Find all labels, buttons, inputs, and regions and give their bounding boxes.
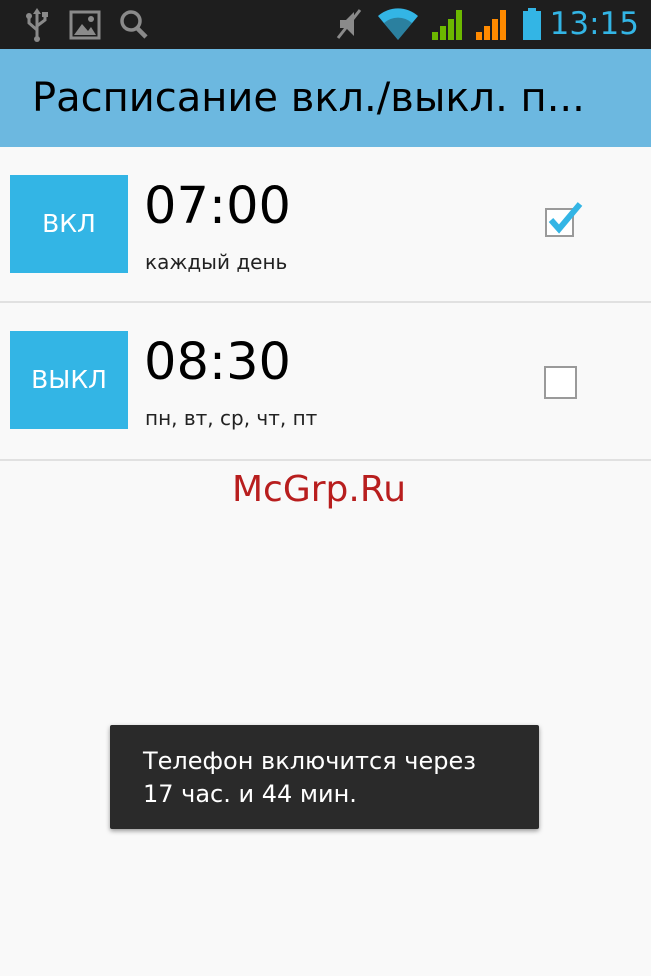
search-icon: [118, 6, 150, 42]
toast-line-1: Телефон включится через: [143, 747, 476, 775]
page-title: Расписание вкл./выкл. п...: [32, 75, 585, 121]
schedule-days: каждый день: [145, 250, 288, 274]
signal-orange-icon: [474, 6, 510, 42]
wifi-icon: [376, 6, 420, 42]
battery-icon: [520, 6, 544, 42]
on-badge: ВКЛ: [10, 175, 128, 273]
schedule-item-off[interactable]: ВЫКЛ 08:30 пн, вт, ср, чт, пт: [0, 303, 651, 461]
usb-icon: [22, 6, 52, 42]
mute-icon: [334, 6, 364, 42]
schedule-days: пн, вт, ср, чт, пт: [145, 406, 318, 430]
image-icon: [69, 6, 101, 42]
toast-line-2: 17 час. и 44 мин.: [143, 780, 357, 808]
toast-message: Телефон включится через 17 час. и 44 мин…: [110, 725, 539, 829]
schedule-item-on[interactable]: ВКЛ 07:00 каждый день: [0, 147, 651, 303]
schedule-time: 07:00: [144, 177, 291, 236]
status-bar: 13:15: [0, 0, 651, 49]
status-clock: 13:15: [549, 6, 639, 42]
action-bar: Расписание вкл./выкл. п...: [0, 49, 651, 147]
checkmark-icon: [548, 202, 583, 234]
signal-green-icon: [430, 6, 466, 42]
enable-checkbox-on[interactable]: [545, 202, 583, 237]
enable-checkbox-off[interactable]: [544, 366, 577, 399]
schedule-time: 08:30: [144, 333, 291, 392]
schedule-list: ВКЛ 07:00 каждый день ВЫКЛ 08:30 пн, вт,…: [0, 147, 651, 461]
off-badge: ВЫКЛ: [10, 331, 128, 429]
watermark: McGrp.Ru: [232, 469, 407, 510]
